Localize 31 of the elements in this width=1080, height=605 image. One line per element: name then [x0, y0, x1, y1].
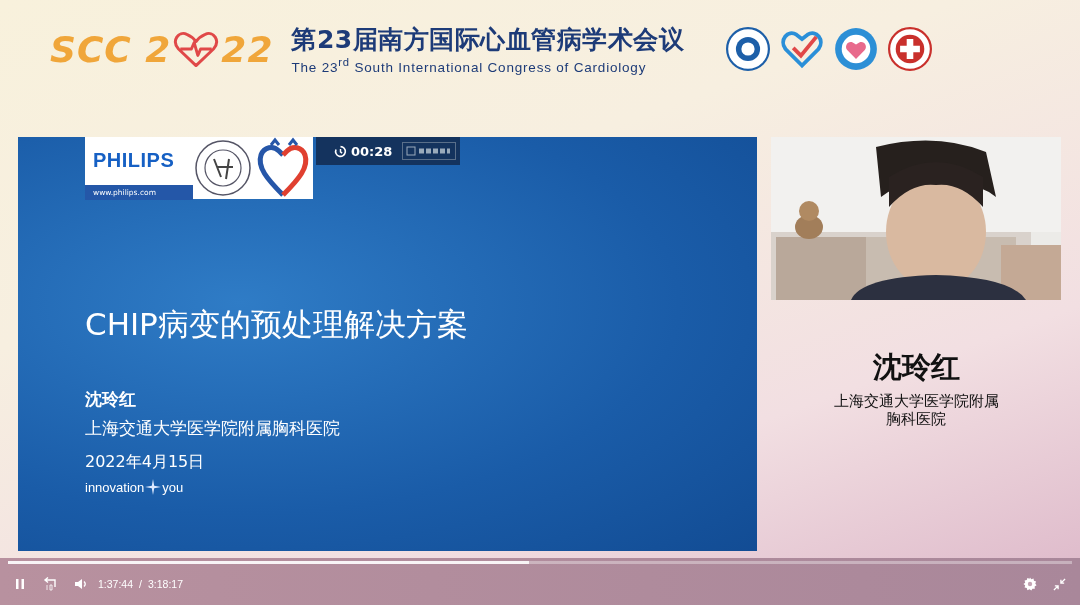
- logo-text: 22: [221, 28, 274, 70]
- speaker-name: 沈玲红: [872, 349, 960, 386]
- conference-title: 第23届南方国际心血管病学术会议: [291, 24, 685, 57]
- speaker-icon: [74, 578, 88, 590]
- tagline-text: innovation: [85, 479, 145, 495]
- cross-emblem-icon: [888, 27, 933, 71]
- emblem-icon: [726, 27, 771, 71]
- speaker-affiliation: 上海交通大学医学院附属: [833, 392, 999, 411]
- presentation-date: 2022年4月15日: [85, 452, 206, 473]
- heart-badge-icon: [834, 27, 879, 71]
- conference-subtitle: The 23$^{rd}$ South International Congress of Cardiology: [291, 56, 648, 75]
- shrink-icon: [1053, 577, 1066, 591]
- settings-icon: [1023, 577, 1037, 591]
- timer-icon: [334, 144, 347, 158]
- tagline-text: you: [162, 479, 184, 495]
- time-separator: /: [139, 578, 142, 590]
- pause-icon: [14, 578, 26, 590]
- speaker-name: 沈玲红: [85, 388, 137, 411]
- speaker-affiliation: 上海交通大学医学院附属胸科医院: [85, 417, 341, 440]
- speaker-affiliation: 胸科医院: [886, 410, 946, 429]
- logo-text: SCC 2: [50, 28, 172, 70]
- current-time: 1:37:44: [98, 578, 134, 590]
- heart-logo-icon: [253, 137, 313, 199]
- rewind-icon: [42, 577, 58, 591]
- heart-icon: [173, 30, 220, 68]
- duration-time: 3:18:17: [147, 578, 183, 590]
- progress-bar[interactable]: [8, 561, 1072, 564]
- switch-view-icon[interactable]: [402, 142, 457, 160]
- slide-title: CHIP病变的预处理解决方案: [85, 305, 469, 344]
- timer-text: 00:28: [351, 143, 393, 159]
- sponsor-name: PHILIPS: [92, 148, 176, 172]
